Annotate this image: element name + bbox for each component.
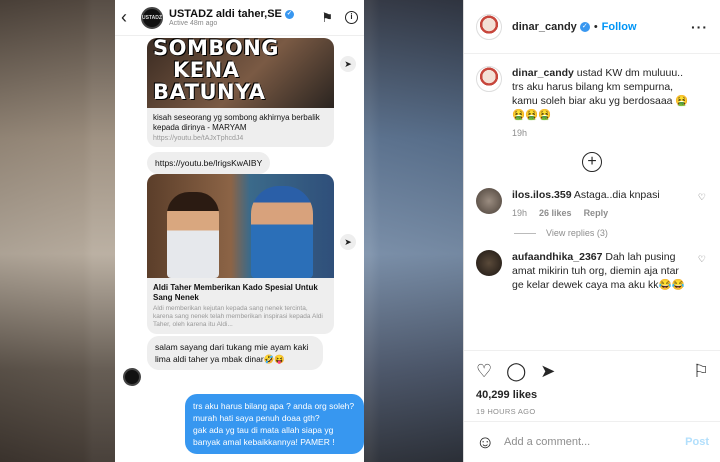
instagram-post-page: ‹ USTADZ USTADZ aldi taher,SE ✓ Active 4… [0,0,720,462]
verified-icon: ✓ [284,9,294,19]
commenter-avatar[interactable] [476,250,502,276]
thumbnail-text-line-3: BATUNYA [153,80,266,104]
shared-video-card-2: Aldi Taher Memberikan Kado Spesial Untuk… [147,174,334,334]
view-replies-label[interactable]: View replies (3) [546,228,608,238]
comment-input[interactable] [504,436,686,448]
share-icon[interactable]: ➤ [540,361,555,382]
shared-video-card-1: SOMBONG KENA BATUNYA kisah seseorang yg … [147,38,334,147]
add-comment-bar: ☺ Post [464,421,720,462]
outgoing-message-line-1: trs aku harus bilang apa ? anda org sole… [193,401,355,423]
load-more-comments[interactable]: + [476,152,708,172]
reply-button[interactable]: Reply [584,208,609,218]
likes-count[interactable]: 40,299 likes [476,389,709,401]
comment-icon[interactable]: ◯ [506,361,526,382]
more-options-icon[interactable]: ··· [691,19,708,35]
caption-meta: 19h [512,128,692,138]
dm-screenshot: ‹ USTADZ USTADZ aldi taher,SE ✓ Active 4… [115,0,364,462]
comment-meta: 19h 26 likes Reply [512,208,692,218]
caption-username[interactable]: dinar_candy [512,67,574,79]
thumbnail-person-1 [167,192,219,278]
incoming-message: salam sayang dari tukang mie ayam kaki l… [147,336,323,370]
video-thumbnail-1: SOMBONG KENA BATUNYA [147,38,334,108]
post-side-panel: dinar_candy ✓ • Follow ··· dinar_candy u… [463,0,720,462]
blurred-background-right [363,0,463,462]
back-icon: ‹ [121,7,127,27]
video-description-2: Aldi memberikan kejutan kepada sang nene… [153,305,323,328]
commenter-username[interactable]: ilos.ilos.359 [512,189,572,201]
video-title-1: kisah seseorang yg sombong akhirnya berb… [153,113,320,132]
caption-text-block: dinar_candy ustad KW dm muluuu.. trs aku… [512,66,692,122]
blurred-background-left [0,0,115,462]
comment-item: ilos.ilos.359 Astaga..dia knpasi 19h 26 … [476,188,708,218]
bookmark-icon[interactable]: ⚐ [693,361,709,382]
comment-time: 19h [512,208,528,218]
action-icons-row: ♡ ◯ ➤ ⚐ [476,359,709,383]
thumbnail-person-2 [251,186,313,278]
thumbnail-text-line-1: SOMBONG [153,38,280,60]
author-avatar[interactable] [476,13,502,40]
post-header: dinar_candy ✓ • Follow ··· [464,0,720,54]
author-username[interactable]: dinar_candy [512,21,577,33]
commenter-username[interactable]: aufaandhika_2367 [512,251,602,263]
outgoing-message-line-2: gak ada yg tau di mata allah siapa yg ba… [193,425,335,447]
share-arrow-icon: ➤ [340,56,356,72]
thumbnail-text-line-2: KENA [173,58,240,82]
comment-likes[interactable]: 26 likes [539,208,572,218]
post-button[interactable]: Post [685,436,709,448]
post-actions: ♡ ◯ ➤ ⚐ 40,299 likes 19 HOURS AGO [464,350,720,416]
comment-text-block: ilos.ilos.359 Astaga..dia knpasi [512,188,692,202]
comments-section[interactable]: dinar_candy ustad KW dm muluuu.. trs aku… [464,54,720,348]
comment-text-block: aufaandhika_2367 Dah lah pusing amat mik… [512,250,692,292]
info-icon: i [345,11,358,24]
share-arrow-icon-2: ➤ [340,234,356,250]
separator-dot: • [593,20,598,33]
emoji-icon[interactable]: ☺ [476,432,504,453]
verified-icon: ✓ [579,21,590,32]
commenter-avatar[interactable] [476,188,502,214]
dm-contact-name: USTADZ aldi taher,SE ✓ [169,8,294,20]
sender-avatar [123,368,141,386]
outgoing-message: trs aku harus bilang apa ? anda org sole… [185,394,364,454]
post-timestamp[interactable]: 19 HOURS AGO [476,407,709,416]
dm-avatar: USTADZ [141,6,163,29]
follow-button[interactable]: Follow [602,21,637,33]
flag-icon: ⚑ [321,9,333,25]
plus-circle-icon[interactable]: + [582,152,602,172]
video-thumbnail-2 [147,174,334,278]
comment-like-icon[interactable]: ♡ [698,192,706,203]
caption: dinar_candy ustad KW dm muluuu.. trs aku… [476,66,708,138]
like-icon[interactable]: ♡ [476,361,492,382]
video-url-1: https://youtu.be/tAJxTphcdJ4 [153,135,244,142]
video-title-2: Aldi Taher Memberikan Kado Spesial Untuk… [153,283,318,302]
caption-avatar[interactable] [476,66,502,92]
post-media[interactable]: ‹ USTADZ USTADZ aldi taher,SE ✓ Active 4… [0,0,463,462]
dm-active-status: Active 48m ago [169,20,218,27]
view-replies-button[interactable]: View replies (3) [514,228,708,238]
comment-like-icon[interactable]: ♡ [698,254,706,265]
comment-text: Astaga..dia knpasi [571,189,660,201]
link-message: https://youtu.be/lrigsKwAIBY [147,152,271,174]
caption-time: 19h [512,128,528,138]
replies-line [514,232,536,234]
dm-header: ‹ USTADZ USTADZ aldi taher,SE ✓ Active 4… [115,0,364,36]
comment-item: aufaandhika_2367 Dah lah pusing amat mik… [476,250,708,292]
dm-contact-name-text: USTADZ aldi taher,SE [169,8,282,20]
